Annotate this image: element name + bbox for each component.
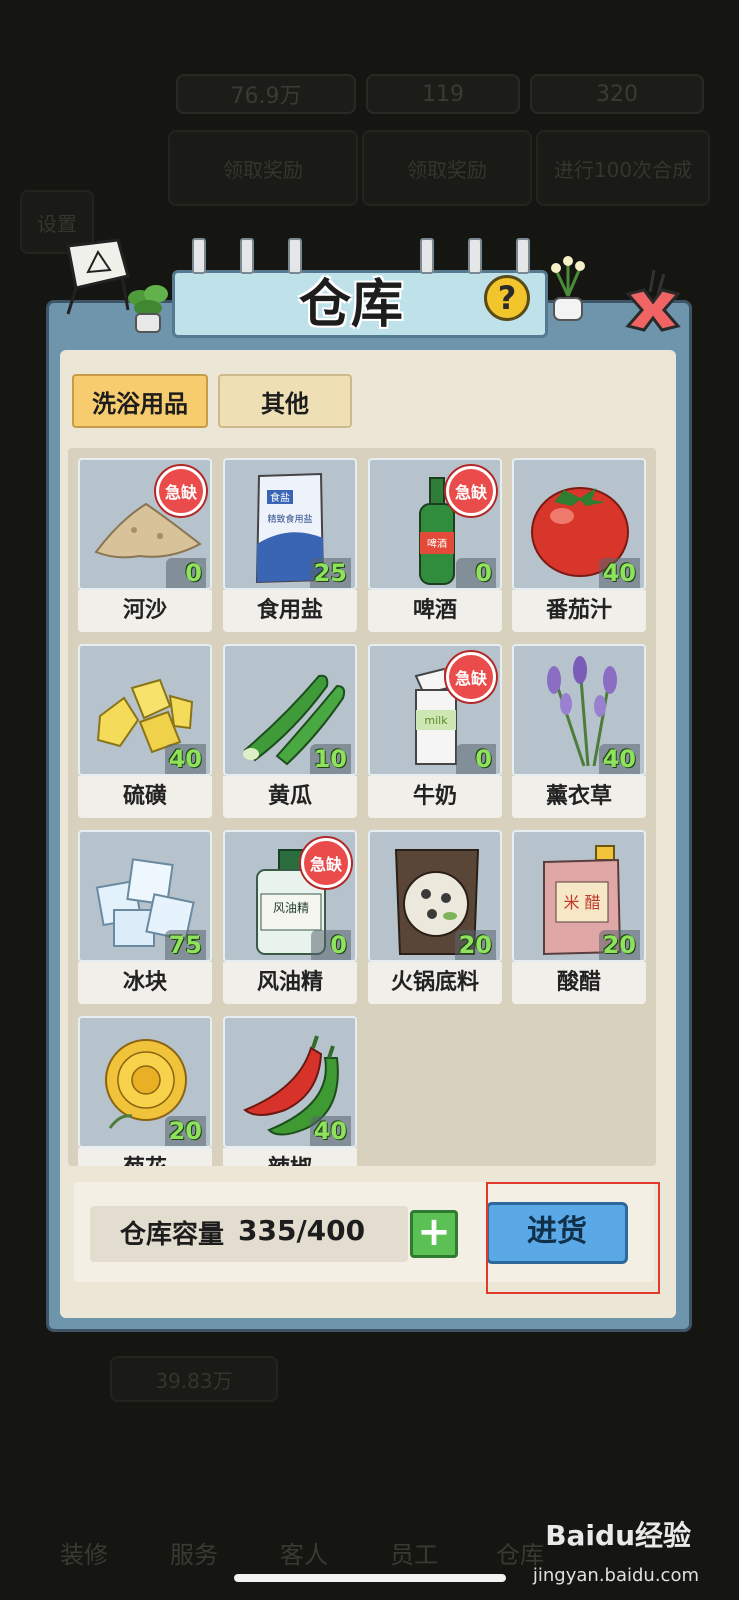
item-name: 黄瓜 xyxy=(223,776,357,818)
coins-value: 76.9万 xyxy=(230,84,302,109)
reward-button-2: 领取奖励 xyxy=(362,130,532,206)
quest-panel: 进行100次合成 xyxy=(536,130,710,206)
salt-bag-sublabel: 精致食用盐 xyxy=(267,513,312,525)
quest-label: 进行100次合成 xyxy=(553,157,693,182)
potted-plant-icon xyxy=(128,285,168,333)
item-count: 75 xyxy=(164,930,206,960)
shortage-badge: 急缺 xyxy=(156,466,206,516)
item-count: 40 xyxy=(598,744,640,774)
vinegar-label: 米 醋 xyxy=(563,893,600,912)
capacity-value: 335/400 xyxy=(238,1214,366,1247)
item-count: 0 xyxy=(456,558,496,588)
energy-counter: 320 xyxy=(530,74,704,114)
tab-label: 洗浴用品 xyxy=(92,389,188,418)
flower-pot-icon xyxy=(551,256,585,321)
item-count: 20 xyxy=(164,1116,206,1146)
bottom-tab-staff: 员工 xyxy=(390,1541,438,1569)
earnings-counter: 39.83万 xyxy=(110,1356,278,1402)
item-card-milk[interactable]: milk 急缺 0 牛奶 xyxy=(368,644,502,818)
bottom-tab-service: 服务 xyxy=(170,1541,218,1569)
reward-label-1: 领取奖励 xyxy=(223,157,303,182)
item-count: 40 xyxy=(598,558,640,588)
item-name: 食用盐 xyxy=(223,590,357,632)
shortage-badge: 急缺 xyxy=(301,838,351,888)
wet-floor-sign-icon xyxy=(66,238,130,315)
item-count: 20 xyxy=(598,930,640,960)
item-name: 辣椒 xyxy=(223,1148,357,1166)
coins-counter: 76.9万 xyxy=(176,74,356,114)
item-count: 0 xyxy=(311,930,351,960)
watermark-brand: Baidu经验 xyxy=(545,1519,691,1552)
item-count: 40 xyxy=(309,1116,351,1146)
item-card-salt[interactable]: 食盐 精致食用盐 25 食用盐 xyxy=(223,458,357,632)
item-count: 10 xyxy=(309,744,351,774)
item-grid: 急缺 0 河沙 食盐 精致食用盐 25 食用盐 啤酒 急缺 0 啤酒 40 番茄… xyxy=(68,448,656,1166)
oil-bottle-label: 风油精 xyxy=(273,901,309,915)
item-card-tomato-juice[interactable]: 40 番茄汁 xyxy=(512,458,646,632)
banner-hook xyxy=(192,238,206,274)
tab-other[interactable]: 其他 xyxy=(218,374,352,428)
item-name: 风油精 xyxy=(223,962,357,1004)
item-card-hotpot-base[interactable]: 20 火锅底料 xyxy=(368,830,502,1004)
home-indicator[interactable] xyxy=(234,1574,506,1582)
item-card-sulfur[interactable]: 40 硫磺 xyxy=(78,644,212,818)
item-name: 牛奶 xyxy=(368,776,502,818)
banner-hook xyxy=(420,238,434,274)
item-count: 40 xyxy=(164,744,206,774)
help-button[interactable]: ? xyxy=(484,275,530,321)
item-name: 啤酒 xyxy=(368,590,502,632)
item-name: 冰块 xyxy=(78,962,212,1004)
watermark-url: jingyan.baidu.com xyxy=(532,1565,699,1586)
beer-label: 啤酒 xyxy=(427,538,447,550)
gems-counter: 119 xyxy=(366,74,520,114)
item-name: 酸醋 xyxy=(512,962,646,1004)
settings-label: 设置 xyxy=(37,211,77,236)
item-card-lavender[interactable]: 40 薰衣草 xyxy=(512,644,646,818)
dialog-title: 仓库 xyxy=(298,275,403,335)
close-button[interactable] xyxy=(620,268,686,334)
milk-label: milk xyxy=(424,714,448,727)
item-name: 河沙 xyxy=(78,590,212,632)
expand-capacity-button[interactable]: + xyxy=(410,1210,458,1258)
capacity-label: 仓库容量 xyxy=(120,1220,225,1250)
tab-label: 其他 xyxy=(261,389,309,418)
annotation-highlight-box xyxy=(486,1182,660,1294)
item-count: 0 xyxy=(456,744,496,774)
gems-value: 119 xyxy=(422,81,464,107)
item-card-beer[interactable]: 啤酒 急缺 0 啤酒 xyxy=(368,458,502,632)
reward-label-2: 领取奖励 xyxy=(407,157,487,182)
item-count: 25 xyxy=(309,558,351,588)
banner-hook xyxy=(516,238,530,274)
item-name: 菊花 xyxy=(78,1148,212,1166)
reward-button-1: 领取奖励 xyxy=(168,130,358,206)
item-name: 番茄汁 xyxy=(512,590,646,632)
bottom-tab-guests: 客人 xyxy=(280,1541,328,1569)
item-card-cucumber[interactable]: 10 黄瓜 xyxy=(223,644,357,818)
item-name: 火锅底料 xyxy=(368,962,502,1004)
bottom-tab-decorate: 装修 xyxy=(60,1541,108,1569)
energy-value: 320 xyxy=(596,81,638,107)
shortage-badge: 急缺 xyxy=(446,466,496,516)
item-card-wind-oil[interactable]: 风油精 急缺 0 风油精 xyxy=(223,830,357,1004)
item-card-chili[interactable]: 40 辣椒 xyxy=(223,1016,357,1166)
banner-hook xyxy=(240,238,254,274)
salt-bag-label: 食盐 xyxy=(270,491,290,504)
item-count: 20 xyxy=(454,930,496,960)
item-card-ice[interactable]: 75 冰块 xyxy=(78,830,212,1004)
item-card-vinegar[interactable]: 米 醋 20 酸醋 xyxy=(512,830,646,1004)
item-name: 薰衣草 xyxy=(512,776,646,818)
tab-bath-supplies[interactable]: 洗浴用品 xyxy=(72,374,208,428)
shortage-badge: 急缺 xyxy=(446,652,496,702)
banner-hook xyxy=(468,238,482,274)
item-count: 0 xyxy=(166,558,206,588)
earnings-value: 39.83万 xyxy=(155,1368,233,1393)
item-card-sand[interactable]: 急缺 0 河沙 xyxy=(78,458,212,632)
item-name: 硫磺 xyxy=(78,776,212,818)
item-card-chrysanthemum[interactable]: 20 菊花 xyxy=(78,1016,212,1166)
